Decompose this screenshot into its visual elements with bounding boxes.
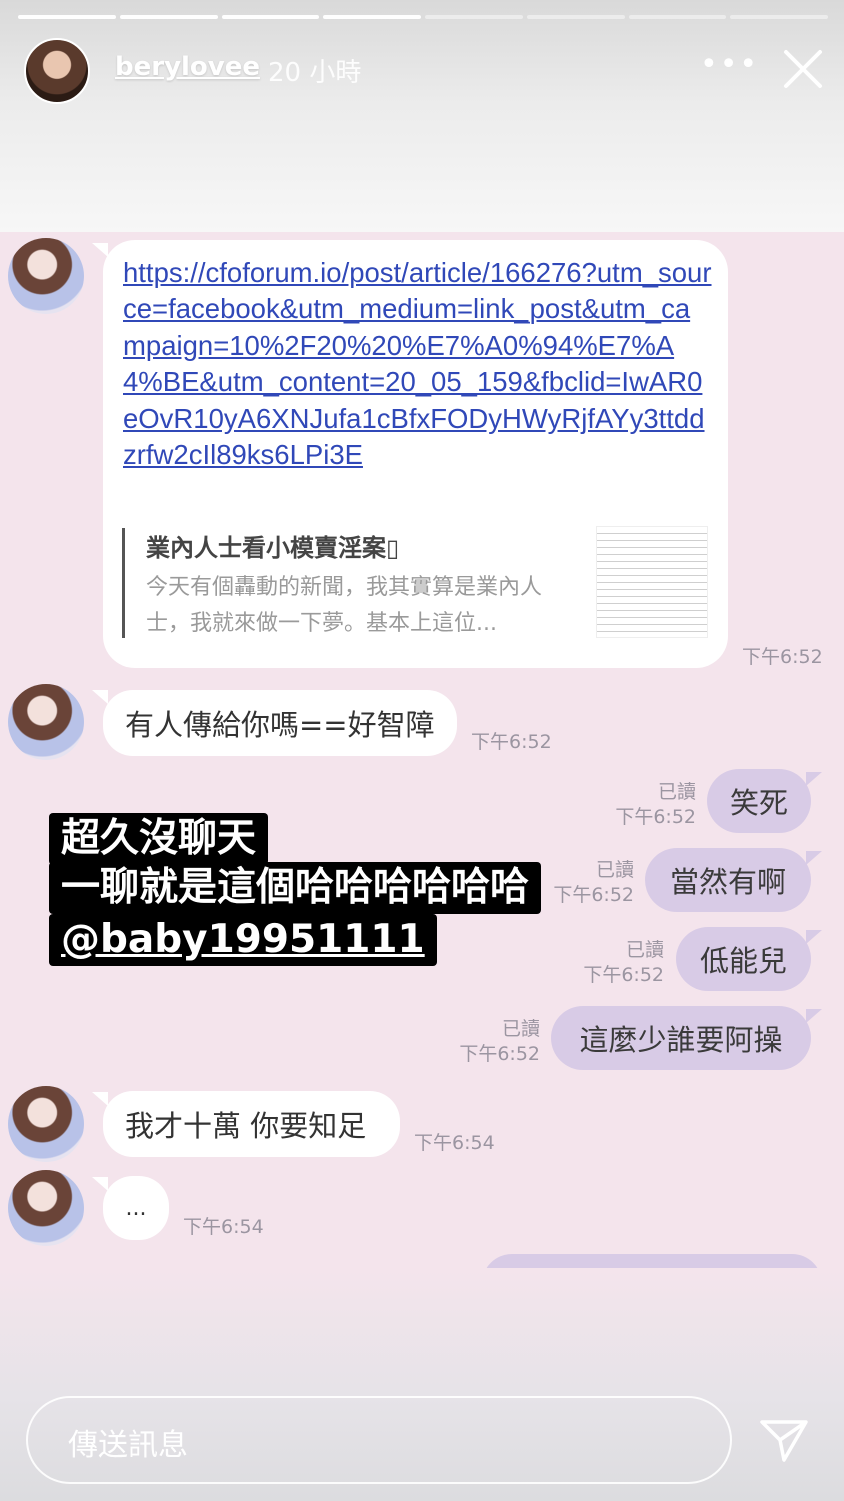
sender-avatar — [8, 1170, 84, 1246]
story-author-username[interactable]: berylovee — [115, 52, 260, 82]
link-preview-divider — [122, 528, 125, 638]
outgoing-message-bubble[interactable]: 笑死 — [707, 769, 811, 833]
paper-plane-icon — [760, 1420, 808, 1462]
message-text: 笑死 — [729, 786, 788, 820]
story-text-line: 一聊就是這個哈哈哈哈哈哈 — [49, 862, 542, 914]
message-timestamp: 下午6:52 — [471, 731, 552, 753]
incoming-message-bubble[interactable]: ... — [103, 1176, 169, 1240]
progress-segment — [221, 15, 320, 19]
read-receipt: 已讀 下午6:52 — [552, 858, 634, 908]
message-input-placeholder: 傳送訊息 — [68, 1428, 188, 1463]
progress-segment — [119, 15, 218, 19]
read-receipt: 已讀 下午6:52 — [458, 1017, 540, 1067]
story-text-line: 超久沒聊天 — [49, 813, 269, 865]
read-label: 已讀 — [625, 939, 664, 961]
progress-segment — [730, 15, 828, 19]
send-button[interactable] — [758, 1414, 810, 1466]
read-label: 已讀 — [657, 781, 696, 803]
message-link[interactable]: https://cfoforum.io/post/article/166276?… — [123, 255, 713, 473]
message-text: 當然有啊 — [669, 865, 786, 899]
progress-segment — [18, 15, 116, 19]
story-header-background — [0, 0, 844, 232]
message-text: 這麼少誰要阿操 — [579, 1023, 783, 1057]
user-mention[interactable]: @baby19951111 — [61, 917, 425, 962]
link-preview-description: 今天有個轟動的新聞，我其實算是業內人士，我就來做一下夢。基本上這位... — [146, 575, 543, 636]
message-timestamp: 下午6:54 — [183, 1216, 264, 1238]
sender-avatar — [8, 1086, 84, 1162]
message-timestamp: 下午6:52 — [742, 646, 823, 668]
link-preview-title: 業內人士看小模賣淫案▯ — [146, 534, 400, 562]
more-options-button[interactable]: ••• — [700, 50, 757, 86]
sender-avatar — [8, 238, 84, 314]
incoming-message-bubble[interactable]: 我才十萬 你要知足 — [103, 1091, 400, 1157]
read-label: 已讀 — [501, 1018, 540, 1040]
progress-segment — [323, 15, 421, 19]
link-preview-thumbnail — [596, 526, 708, 638]
close-icon — [784, 50, 822, 88]
progress-segment — [628, 15, 727, 19]
message-timestamp: 下午6:52 — [459, 1043, 540, 1065]
incoming-message-bubble[interactable]: 有人傳給你嗎==好智障 — [103, 690, 457, 756]
outgoing-message-bubble[interactable]: 低能兒 — [676, 927, 811, 991]
read-receipt: 已讀 下午6:52 — [582, 938, 664, 988]
message-timestamp: 下午6:52 — [583, 964, 664, 986]
message-text: ... — [125, 1195, 147, 1221]
outgoing-message-bubble[interactable]: 這麼少誰要阿操 — [551, 1006, 811, 1070]
read-label: 已讀 — [595, 859, 634, 881]
progress-segment — [526, 15, 625, 19]
message-text: 有人傳給你嗎==好智障 — [125, 708, 435, 742]
message-text: 我才十萬 你要知足 — [125, 1109, 367, 1143]
close-button[interactable] — [780, 46, 826, 92]
progress-segment — [425, 15, 523, 19]
message-timestamp: 下午6:52 — [553, 884, 634, 906]
story-progress-bar — [18, 15, 828, 19]
story-mention-line: @baby19951111 — [49, 914, 437, 966]
message-timestamp: 下午6:54 — [414, 1132, 495, 1154]
read-receipt: 已讀 下午6:52 — [614, 780, 696, 830]
message-timestamp: 下午6:52 — [615, 806, 696, 828]
sender-avatar — [8, 684, 84, 760]
message-text: 低能兒 — [699, 944, 787, 978]
story-time-ago: 20 小時 — [268, 58, 362, 88]
outgoing-message-bubble[interactable]: 當然有啊 — [645, 848, 811, 912]
story-author-avatar[interactable] — [24, 38, 90, 104]
